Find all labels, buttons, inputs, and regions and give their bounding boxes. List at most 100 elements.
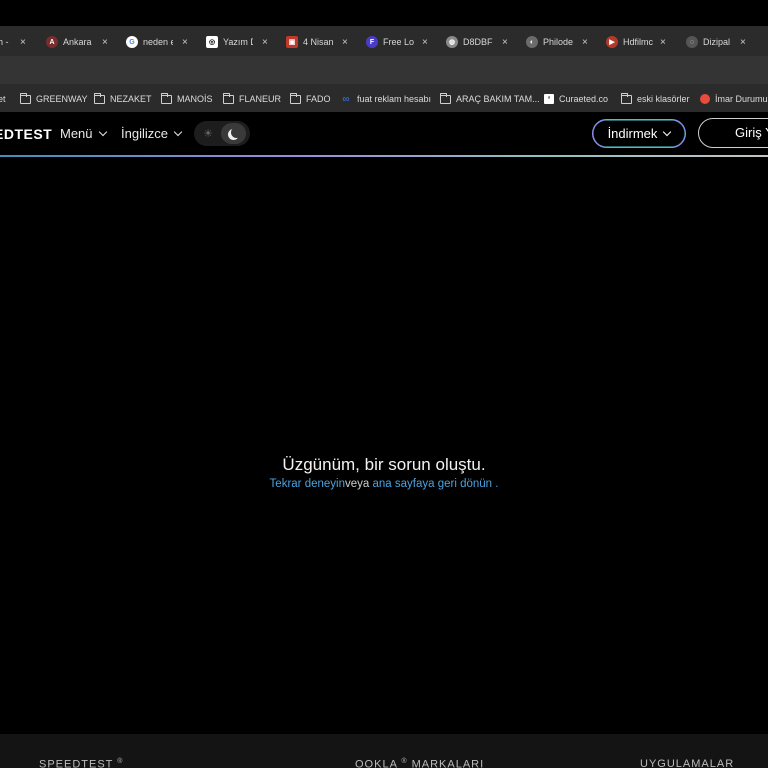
tab-favicon-icon: ▣ [286, 36, 298, 48]
folder-icon [621, 92, 632, 104]
tab-close-icon[interactable]: × [102, 37, 108, 48]
browser-tab[interactable]: A Ankara × [46, 30, 120, 54]
chevron-down-icon [173, 127, 183, 137]
bookmark-folder[interactable]: MANOİS [161, 92, 213, 106]
error-title: Üzgünüm, bir sorun oluştu. [282, 455, 486, 474]
footer-heading-text: MARKALARI [411, 758, 485, 768]
download-dropdown-button[interactable]: İndirmek [592, 119, 686, 148]
browser-tab[interactable]: ◌ Dizipal × [686, 30, 760, 54]
tab-title: Hdfilmc [623, 37, 654, 47]
bookmark-label: MANOİS [177, 94, 213, 104]
language-label: İngilizce [121, 126, 168, 141]
menu-label: Menü [60, 126, 93, 141]
tab-close-icon[interactable]: × [740, 37, 746, 48]
bookmark-folder[interactable]: NEZAKET [94, 92, 152, 106]
browser-tab[interactable]: h - × [0, 30, 32, 54]
home-link[interactable]: ana sayfaya geri dönün [372, 478, 492, 490]
login-button[interactable]: Giriş Y [698, 118, 768, 148]
tab-close-icon[interactable]: × [582, 37, 588, 48]
moon-icon [231, 127, 242, 138]
bookmark-label: ARAÇ BAKIM TAM... [456, 94, 540, 104]
tab-close-icon[interactable]: × [182, 37, 188, 48]
folder-icon [94, 92, 105, 104]
browser-tab[interactable]: ▶ Hdfilmc × [606, 30, 680, 54]
browser-tab[interactable]: F Free Lo × [366, 30, 440, 54]
folder-icon [223, 92, 234, 104]
menu-dropdown[interactable]: Menü [60, 126, 107, 141]
tab-title: neden e [143, 37, 173, 47]
tab-favicon-icon: ▶ [606, 36, 618, 48]
folder-icon [161, 92, 172, 104]
folder-icon [290, 92, 301, 104]
curaeted-icon: ᵃ [544, 94, 554, 104]
sun-icon[interactable]: ☀ [198, 124, 218, 143]
bookmark-item[interactable]: ∞ fuat reklam hesabı [340, 92, 431, 106]
browser-tab[interactable]: ◎ Yazım D × [206, 30, 280, 54]
bookmarks-bar: et GREENWAY NEZAKET MANOİS FLANEUR FADO … [0, 84, 768, 112]
tab-title: 4 Nisan [303, 37, 333, 47]
globe-icon: ◍ [446, 36, 458, 48]
chevron-down-icon [98, 127, 107, 137]
folder-icon [20, 92, 31, 104]
browser-tab[interactable]: ▣ 4 Nisan × [286, 30, 360, 54]
bookmark-item[interactable]: ᵃ Curaeted.co [544, 92, 608, 106]
browser-tab[interactable]: ◍ D8DBF × [446, 30, 520, 54]
moon-icon-button[interactable] [221, 123, 246, 144]
bookmark-item[interactable]: İmar Durumu [700, 92, 768, 106]
tab-close-icon[interactable]: × [20, 37, 26, 48]
bookmark-folder[interactable]: GREENWAY [20, 92, 88, 106]
bookmark-label: FLANEUR [239, 94, 282, 104]
registered-mark: ® [117, 758, 124, 765]
login-label: Giriş Y [735, 125, 768, 140]
folder-icon [440, 92, 451, 104]
bookmark-label: FADO [306, 94, 331, 104]
tab-title: Dizipal [703, 37, 731, 47]
registered-mark: ® [401, 758, 408, 765]
bookmark-label: GREENWAY [36, 94, 88, 104]
footer-heading-speedtest: SPEEDTEST ® [39, 758, 123, 768]
tab-favicon-icon: A [46, 36, 58, 48]
tab-title: Yazım D [223, 37, 253, 47]
address-bar-area[interactable] [0, 56, 768, 84]
tab-close-icon[interactable]: × [660, 37, 666, 48]
bookmark-label: NEZAKET [110, 94, 152, 104]
tab-close-icon[interactable]: × [502, 37, 508, 48]
tab-favicon-icon: ◌ [686, 36, 698, 48]
tab-close-icon[interactable]: × [342, 37, 348, 48]
bookmark-folder[interactable]: FLANEUR [223, 92, 281, 106]
footer-heading-text: SPEEDTEST [39, 758, 114, 768]
bookmark-folder[interactable]: eski klasörler [621, 92, 690, 106]
speedtest-logo[interactable]: EDTEST [0, 126, 52, 142]
theme-toggle[interactable]: ☀ [194, 121, 250, 146]
window-top-strip [0, 0, 768, 26]
chatgpt-icon: ◎ [206, 36, 218, 48]
retry-link[interactable]: Tekrar deneyin [270, 478, 345, 490]
footer-heading-apps: UYGULAMALAR [640, 758, 735, 768]
bookmark-label: İmar Durumu [715, 94, 768, 104]
tab-title: Free Lo [383, 37, 415, 47]
tab-favicon-icon: ◐ [526, 36, 538, 48]
bookmark-folder[interactable]: FADO [290, 92, 331, 106]
error-message: Tekrar deneyinveya ana sayfaya geri dönü… [0, 478, 768, 490]
language-dropdown[interactable]: İngilizce [121, 126, 183, 141]
footer-heading-ookla-brands: OOKLA ® MARKALARI [355, 758, 484, 768]
tab-title: Ankara [63, 37, 92, 47]
browser-tab-bar: h - × A Ankara × G neden e × ◎ Yazım D ×… [0, 26, 768, 56]
download-label: İndirmek [607, 126, 658, 141]
site-icon [700, 94, 710, 104]
browser-tab[interactable]: G neden e × [126, 30, 200, 54]
bookmark-folder[interactable]: ARAÇ BAKIM TAM... [440, 92, 540, 106]
browser-tab[interactable]: ◐ Philode × [526, 30, 600, 54]
bookmark-label: Curaeted.co [559, 94, 609, 104]
tab-close-icon[interactable]: × [422, 37, 428, 48]
meta-icon: ∞ [342, 93, 350, 105]
bookmark-item[interactable]: et [0, 92, 6, 106]
tab-close-icon[interactable]: × [262, 37, 268, 48]
tab-title: D8DBF [463, 37, 493, 47]
bookmark-label: et [0, 94, 6, 104]
tab-title: h - [0, 37, 9, 47]
bookmark-label: eski klasörler [637, 94, 690, 104]
google-icon: G [126, 36, 138, 48]
period-text: . [495, 478, 499, 490]
or-text: veya [344, 478, 370, 490]
